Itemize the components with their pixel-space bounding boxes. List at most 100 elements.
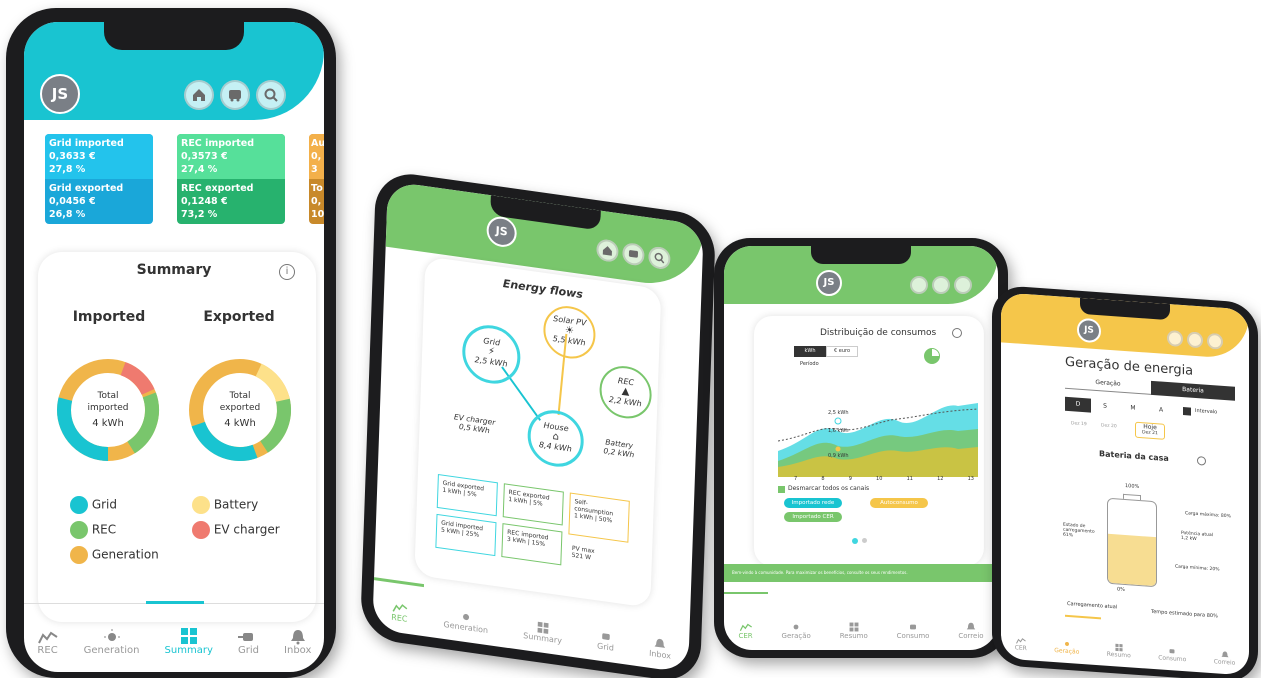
- search-icon[interactable]: [256, 80, 286, 110]
- nav-grid[interactable]: Grid: [597, 629, 615, 653]
- nav-label: Inbox: [284, 645, 312, 656]
- tab-kwh[interactable]: kWh: [794, 346, 826, 357]
- card-rec[interactable]: REC imported 0,3573 € 27,4 % REC exporte…: [177, 134, 285, 224]
- card-label: Au: [311, 138, 324, 149]
- nav-geracao[interactable]: Geração: [782, 622, 811, 640]
- nav-summary[interactable]: Summary: [165, 627, 213, 656]
- screen-generation: JS Geração de energia Geração Bateria D …: [1001, 292, 1249, 676]
- nav-consumo[interactable]: Consumo: [896, 622, 930, 640]
- card-label: To: [311, 183, 323, 194]
- nav-label: CER: [738, 632, 753, 640]
- nav-correio[interactable]: Correio: [1213, 650, 1236, 667]
- x-tick: 10: [876, 476, 883, 482]
- imported-title: Imported: [72, 309, 146, 325]
- x-tick: 11: [906, 476, 913, 482]
- battery-gauge[interactable]: [1107, 497, 1157, 588]
- legend-item-generation[interactable]: Generation: [70, 546, 159, 564]
- card-value: 0,: [311, 151, 322, 162]
- nav-active-indicator: [1065, 614, 1101, 620]
- search-icon[interactable]: [954, 276, 972, 294]
- card-label: Grid exported: [49, 183, 124, 194]
- nav-label: Correio: [958, 632, 984, 640]
- nav-geracao[interactable]: Geração: [1054, 639, 1079, 656]
- nav-label: Resumo: [1106, 650, 1131, 660]
- home-icon[interactable]: [184, 80, 214, 110]
- home-icon[interactable]: [910, 276, 928, 294]
- home-icon[interactable]: [1167, 329, 1183, 348]
- nav-cer[interactable]: CER: [738, 622, 753, 640]
- interval-label[interactable]: Intervalo: [1195, 408, 1217, 416]
- nav-label: Correio: [1213, 658, 1236, 667]
- date[interactable]: Dez 20: [1101, 423, 1117, 429]
- nav-label: REC: [391, 612, 408, 624]
- page-dot-active[interactable]: [852, 538, 858, 544]
- tab-bateria[interactable]: Bateria: [1151, 380, 1235, 401]
- chip-imported-cer[interactable]: Importado CER: [784, 512, 842, 522]
- legend-label: Grid: [91, 497, 118, 512]
- nav-summary[interactable]: Summary: [523, 619, 562, 645]
- area-chart[interactable]: [778, 381, 978, 477]
- avatar[interactable]: JS: [40, 74, 80, 114]
- nav-label: CER: [1014, 644, 1027, 653]
- legend-item-battery[interactable]: Battery: [192, 496, 258, 514]
- nav-generation[interactable]: Generation: [443, 608, 488, 635]
- donut-line2: imported: [87, 403, 129, 413]
- period-day[interactable]: D: [1065, 396, 1091, 413]
- nav-label: Generation: [83, 645, 140, 656]
- card-pct: 26,8 %: [49, 209, 86, 220]
- pie-icon[interactable]: [924, 348, 940, 364]
- donut-imported-label: Total imported 4 kWh: [54, 390, 162, 430]
- vehicle-icon[interactable]: [932, 276, 950, 294]
- donut-line1: Total: [97, 391, 119, 401]
- legend-item-ev[interactable]: EV charger: [192, 521, 280, 539]
- card-partial[interactable]: Au 0, 3 To 0, 10: [309, 134, 324, 224]
- info-icon[interactable]: [952, 328, 962, 338]
- period-week[interactable]: S: [1091, 399, 1119, 415]
- nav-label: Consumo: [1158, 654, 1187, 664]
- info-icon[interactable]: i: [279, 264, 295, 280]
- card-grid[interactable]: Grid imported 0,3633 € 27,8 % Grid expor…: [45, 134, 153, 224]
- nav-label: Consumo: [896, 632, 930, 640]
- nav-generation[interactable]: Generation: [83, 629, 140, 656]
- legend-label: REC: [91, 522, 117, 537]
- nav-inbox[interactable]: Inbox: [284, 629, 311, 656]
- period-year[interactable]: A: [1147, 403, 1175, 419]
- page-dot[interactable]: [862, 538, 867, 543]
- date[interactable]: Dez 19: [1071, 421, 1087, 427]
- chip-self-consumption[interactable]: Autoconsumo: [870, 498, 928, 508]
- card-pct: 3: [311, 164, 318, 175]
- nav-grid[interactable]: Grid: [238, 629, 259, 656]
- nav-resumo[interactable]: Resumo: [1106, 643, 1131, 660]
- state-of-charge: Estado de carregamento 61%: [1063, 523, 1099, 541]
- legend-item-rec[interactable]: REC: [70, 521, 116, 539]
- nav-correio[interactable]: Correio: [958, 622, 984, 640]
- uncheck-all-checkbox[interactable]: [778, 486, 785, 493]
- bottom-nav: CER Geração Resumo Consumo Correio: [1001, 618, 1249, 675]
- nav-consumo[interactable]: Consumo: [1158, 646, 1186, 663]
- vehicle-icon[interactable]: [220, 80, 250, 110]
- avatar[interactable]: JS: [816, 270, 842, 296]
- vehicle-icon[interactable]: [1187, 331, 1203, 349]
- card-label: Grid imported: [49, 138, 124, 149]
- calendar-icon[interactable]: [1183, 407, 1191, 416]
- nav-inbox[interactable]: Inbox: [649, 637, 672, 661]
- phone-consumption: JS Distribuição de consumos kWh € euro P…: [714, 238, 1008, 658]
- nav-resumo[interactable]: Resumo: [840, 622, 868, 640]
- search-icon[interactable]: [1207, 332, 1223, 350]
- date-today[interactable]: Hoje Dez 21: [1135, 421, 1165, 440]
- date-strip: Dez 19 Dez 20 Hoje Dez 21: [1065, 417, 1235, 445]
- nav-rec[interactable]: REC: [37, 629, 59, 656]
- welcome-banner[interactable]: Bem-vindo à comunidade. Para maximizar o…: [724, 564, 998, 582]
- bottom-nav: REC Generation Summary Grid Inbox: [24, 612, 324, 672]
- legend-item-grid[interactable]: Grid: [70, 496, 117, 514]
- tab-geracao[interactable]: Geração: [1065, 376, 1151, 395]
- period-month[interactable]: M: [1119, 401, 1147, 417]
- info-icon[interactable]: [1197, 456, 1206, 466]
- donut-value: 4 kWh: [92, 418, 124, 429]
- chip-imported-grid[interactable]: Importado rede: [784, 498, 842, 508]
- tab-euro[interactable]: € euro: [826, 346, 858, 357]
- uncheck-all-label: Desmarcar todos os canais: [788, 485, 870, 492]
- nav-rec[interactable]: REC: [390, 601, 409, 624]
- nav-cer[interactable]: CER: [1015, 636, 1027, 652]
- card-pct: 27,4 %: [181, 164, 218, 175]
